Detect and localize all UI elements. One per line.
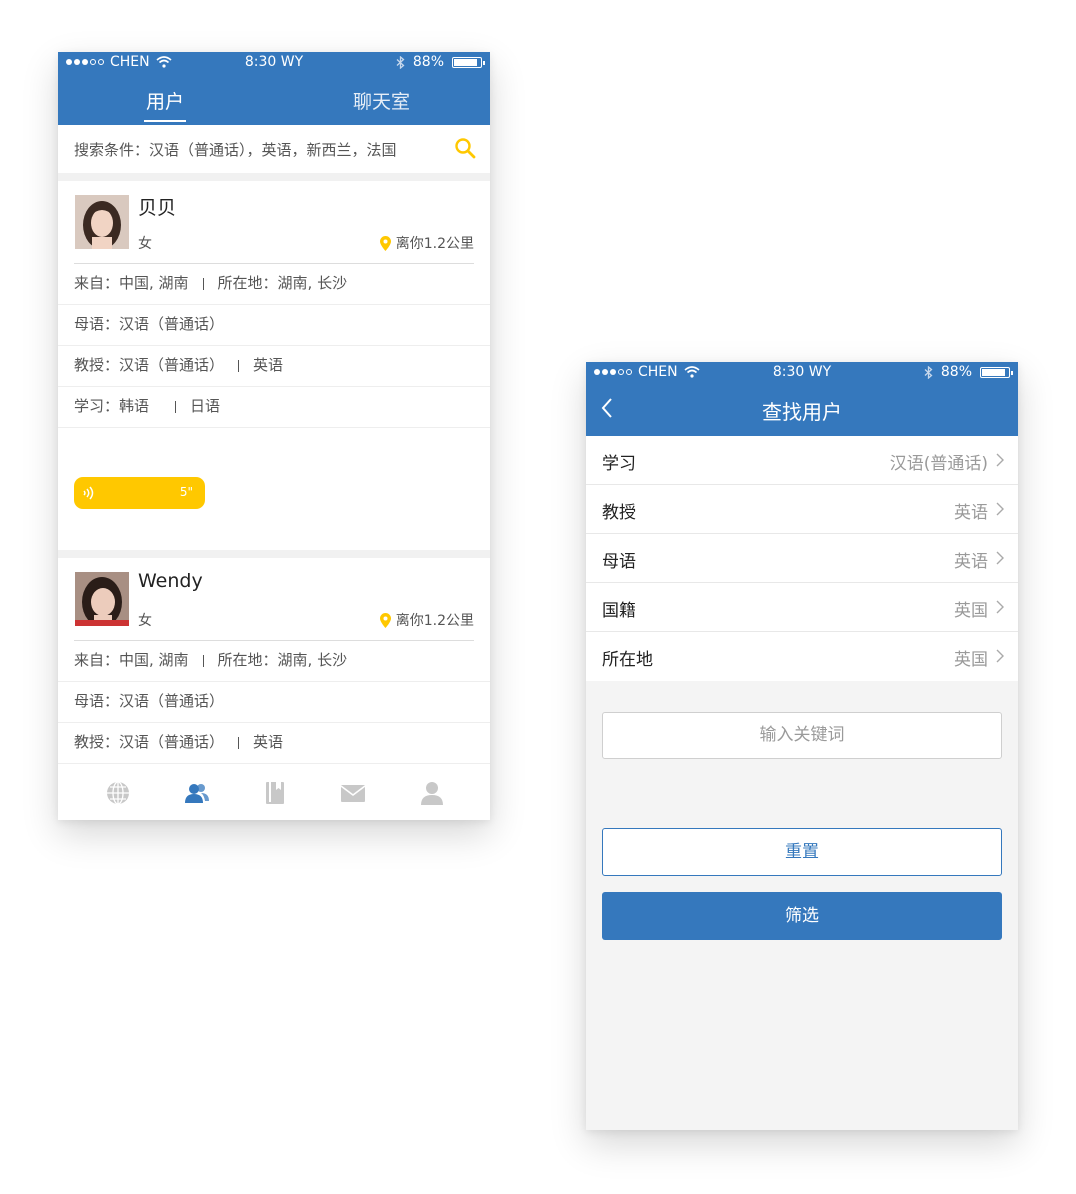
tab-chatroom[interactable]: 聊天室 <box>353 87 410 114</box>
book-icon[interactable] <box>262 780 288 806</box>
voice-area: 5" <box>58 428 490 550</box>
sound-wave-icon <box>83 486 94 500</box>
chevron-right-icon <box>996 453 1004 467</box>
filter-item-nationality[interactable]: 国籍 英国 <box>586 583 1018 632</box>
user-teach-row: 教授：汉语（普通话） 英语 <box>58 723 490 764</box>
filter-label: 学习 <box>602 454 636 474</box>
distance-text: 离你1.2公里 <box>395 613 474 629</box>
location-text: 所在地：湖南, 长沙 <box>217 274 348 292</box>
voice-duration: 5" <box>179 485 193 499</box>
top-tabs: 用户 聊天室 <box>58 73 490 125</box>
avatar[interactable] <box>75 572 129 626</box>
filter-value: 英语 <box>954 503 988 523</box>
user-distance: 离你1.2公里 <box>379 610 474 630</box>
user-teach-row: 教授：汉语（普通话） 英语 <box>58 346 490 387</box>
bluetooth-icon <box>924 365 933 379</box>
filter-button[interactable]: 筛选 <box>602 892 1002 940</box>
filter-item-teach[interactable]: 教授 英语 <box>586 485 1018 534</box>
battery-icon <box>452 56 485 68</box>
teach-text: 教授：汉语（普通话） <box>74 733 225 751</box>
globe-icon[interactable] <box>105 780 131 806</box>
teach-extra-text: 英语 <box>253 733 284 751</box>
profile-icon[interactable] <box>419 780 445 806</box>
location-pin-icon <box>379 612 391 628</box>
user-name: Wendy <box>138 570 203 592</box>
find-users-screen: CHEN 8:30 WY 88% 查找用户 学习 汉语(普通话) 教授 英语 母… <box>586 362 1018 1130</box>
native-text: 母语：汉语（普通话） <box>74 315 225 333</box>
native-text: 母语：汉语（普通话） <box>74 692 225 710</box>
voice-message-button[interactable]: 5" <box>74 477 205 509</box>
user-gender: 女 <box>138 236 152 252</box>
from-text: 来自：中国, 湖南 <box>74 274 189 292</box>
bluetooth-icon <box>396 55 405 69</box>
bottom-nav <box>58 763 490 820</box>
filter-value: 英语 <box>954 552 988 572</box>
user-name: 贝贝 <box>138 197 177 219</box>
filter-label: 教授 <box>602 503 636 523</box>
keyword-input[interactable]: 输入关键词 <box>602 712 1002 759</box>
filter-label: 母语 <box>602 552 636 572</box>
search-criteria-text: 搜索条件：汉语（普通话），英语，新西兰，法国 <box>74 141 397 159</box>
filter-value: 英国 <box>954 650 988 670</box>
battery-icon <box>980 366 1013 378</box>
user-origin-row: 来自：中国, 湖南 所在地：湖南, 长沙 <box>58 641 490 682</box>
teach-text: 教授：汉语（普通话） <box>74 356 225 374</box>
tab-users[interactable]: 用户 <box>143 87 187 122</box>
learn-text: 学习：韩语 <box>74 397 150 415</box>
reset-button[interactable]: 重置 <box>602 828 1002 876</box>
chevron-right-icon <box>996 551 1004 565</box>
page-title: 查找用户 <box>762 400 842 424</box>
teach-extra-text: 英语 <box>253 356 284 374</box>
filter-label: 所在地 <box>602 650 653 670</box>
distance-text: 离你1.2公里 <box>395 236 474 252</box>
mail-icon[interactable] <box>340 780 366 806</box>
user-gender: 女 <box>138 613 152 629</box>
filter-label: 国籍 <box>602 601 636 621</box>
filter-list: 学习 汉语(普通话) 教授 英语 母语 英语 国籍 英国 所在地 英国 <box>586 436 1018 681</box>
battery-percent: 88% <box>940 364 972 380</box>
filter-item-learn[interactable]: 学习 汉语(普通话) <box>586 436 1018 485</box>
search-icon[interactable] <box>454 137 476 159</box>
avatar[interactable] <box>75 195 129 249</box>
users-screen: CHEN 8:30 WY 88% 用户 聊天室 搜索条件：汉语（普通话），英语，… <box>58 52 490 820</box>
user-native-row: 母语：汉语（普通话） <box>58 682 490 723</box>
user-card-header: Wendy 女 离你1.2公里 <box>74 558 474 641</box>
chevron-right-icon <box>996 649 1004 663</box>
user-origin-row: 来自：中国, 湖南 所在地：湖南, 长沙 <box>58 264 490 305</box>
users-icon[interactable] <box>184 780 210 806</box>
status-bar: CHEN 8:30 WY 88% <box>58 52 490 73</box>
learn-extra-text: 日语 <box>190 397 221 415</box>
status-bar: CHEN 8:30 WY 88% <box>586 362 1018 383</box>
filter-value: 汉语(普通话) <box>889 454 988 474</box>
user-card-header: 贝贝 女 离你1.2公里 <box>74 181 474 264</box>
user-distance: 离你1.2公里 <box>379 233 474 253</box>
location-text: 所在地：湖南, 长沙 <box>217 651 348 669</box>
filter-item-location[interactable]: 所在地 英国 <box>586 632 1018 681</box>
chevron-right-icon <box>996 600 1004 614</box>
user-card[interactable]: Wendy 女 离你1.2公里 来自：中国, 湖南 所在地：湖南, 长沙 母语：汉… <box>58 558 490 764</box>
search-criteria-bar[interactable]: 搜索条件：汉语（普通话），英语，新西兰，法国 <box>58 125 490 181</box>
user-card[interactable]: 贝贝 女 离你1.2公里 来自：中国, 湖南 所在地：湖南, 长沙 母语：汉语（普… <box>58 181 490 558</box>
from-text: 来自：中国, 湖南 <box>74 651 189 669</box>
filter-value: 英国 <box>954 601 988 621</box>
nav-bar: 查找用户 <box>586 383 1018 436</box>
battery-percent: 88% <box>412 54 444 70</box>
chevron-right-icon <box>996 502 1004 516</box>
location-pin-icon <box>379 235 391 251</box>
user-learn-row: 学习：韩语 日语 <box>58 387 490 428</box>
filter-item-native[interactable]: 母语 英语 <box>586 534 1018 583</box>
user-native-row: 母语：汉语（普通话） <box>58 305 490 346</box>
